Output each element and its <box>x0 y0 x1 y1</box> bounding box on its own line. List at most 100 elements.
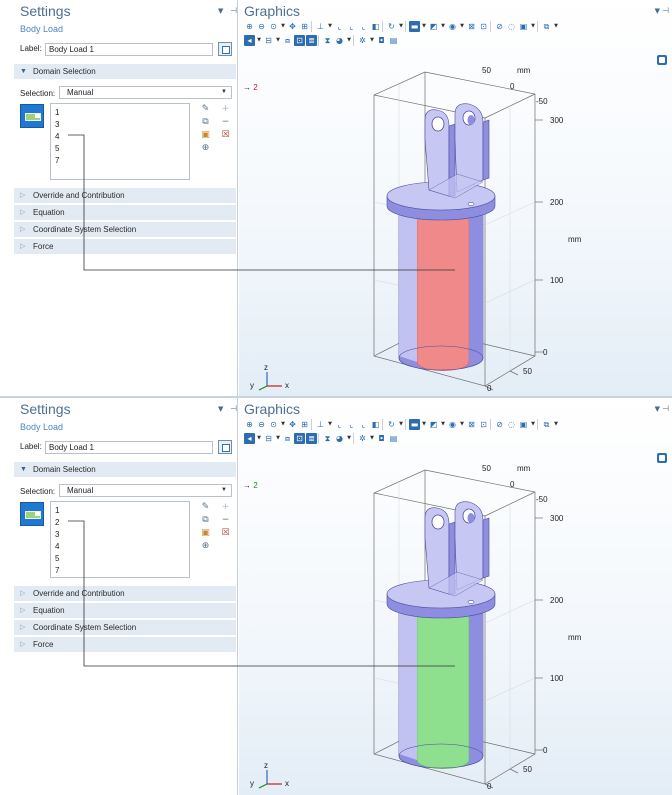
domain-list-item[interactable]: 7 <box>55 156 59 165</box>
tick-unit: mm <box>517 66 531 75</box>
model-scene[interactable]: 50 mm 0 -50 300 200 mm 100 0 50 0 z x y <box>239 398 672 795</box>
label-caption: Label: <box>20 442 42 451</box>
chevron-down-icon: ▼ <box>221 487 227 493</box>
copy-selection-icon[interactable]: ⧉ <box>200 117 211 128</box>
pin-icon[interactable]: ▼ <box>218 7 223 15</box>
selection-value: Manual <box>67 88 94 97</box>
tick-label: 50 <box>482 464 491 473</box>
tick-unit: mm <box>568 633 582 642</box>
chevron-down-icon: ▼ <box>20 466 27 473</box>
section-override-contribution[interactable]: ▷ Override and Contribution <box>14 188 236 203</box>
domain-list-item[interactable]: 7 <box>55 566 59 575</box>
section-equation[interactable]: ▷ Equation <box>14 205 236 220</box>
triad-y-label: y <box>250 779 254 788</box>
settings-title: Settings <box>20 3 71 19</box>
section-label: Override and Contribution <box>33 191 125 200</box>
clear-selection-icon[interactable]: ☒ <box>220 130 231 141</box>
graphics-window[interactable]: Graphics ▼ ⊣ ⊕ ⊖ ⊙ ▼ ✥ ⊞ ⊥ ▼ ⌞ ⌞ ⌞ ◧ ↻ ▼… <box>239 398 672 795</box>
domain-list[interactable]: 1 2 3 4 5 7 <box>50 501 190 578</box>
tick-label: 200 <box>550 596 564 605</box>
tick-label: -50 <box>536 495 548 504</box>
remove-from-selection-icon[interactable]: − <box>220 515 231 526</box>
clipboard-icon[interactable]: ▣ <box>200 528 211 539</box>
section-coordinate-system[interactable]: ▷ Coordinate System Selection <box>14 620 236 635</box>
tick-label: 50 <box>523 367 532 376</box>
screenshot-frame-bottom: Settings ▼ ⊣ Body Load Label: Body Load … <box>0 398 672 795</box>
section-label: Force <box>33 242 54 251</box>
pin-icon[interactable]: ▼ <box>218 405 223 413</box>
domain-list-item[interactable]: 3 <box>55 530 59 539</box>
add-to-selection-icon[interactable]: + <box>220 104 231 115</box>
section-domain-selection[interactable]: ▼ Domain Selection <box>14 462 236 477</box>
active-selection-toggle-icon[interactable] <box>20 104 44 128</box>
settings-subtitle: Body Load <box>20 24 64 34</box>
cylinder-body[interactable] <box>398 609 484 769</box>
zoom-to-selection-icon[interactable]: ⊕ <box>200 143 211 154</box>
tick-label: 100 <box>550 276 564 285</box>
section-override-contribution[interactable]: ▷ Override and Contribution <box>14 586 236 601</box>
cylinder-body[interactable] <box>398 211 484 371</box>
tick-label: 0 <box>543 746 548 755</box>
domain-list-item[interactable]: 4 <box>55 542 59 551</box>
paste-selection-icon[interactable]: ✎ <box>200 104 211 115</box>
domain-list-item[interactable]: 1 <box>55 108 59 117</box>
section-label: Coordinate System Selection <box>33 225 137 234</box>
chevron-right-icon: ▷ <box>20 624 26 631</box>
settings-panel: Settings ▼ ⊣ Body Load Label: Body Load … <box>0 398 238 795</box>
model-scene[interactable]: 50 mm 0 -50 300 200 mm 100 0 50 0 z x y <box>239 0 672 397</box>
copy-selection-icon[interactable]: ⧉ <box>200 515 211 526</box>
clear-selection-icon[interactable]: ☒ <box>220 528 231 539</box>
triad-z-label: z <box>264 761 268 770</box>
label-input[interactable]: Body Load 1 <box>45 43 213 56</box>
selection-caption: Selection: <box>20 487 56 496</box>
chevron-right-icon: ▷ <box>20 590 26 597</box>
tick-unit: mm <box>517 464 531 473</box>
settings-panel: Settings ▼ ⊣ Body Load Label: Body Load … <box>0 0 238 397</box>
remove-from-selection-icon[interactable]: − <box>220 117 231 128</box>
domain-list[interactable]: 1 3 4 5 7 <box>50 103 190 180</box>
reset-label-icon[interactable] <box>218 42 232 56</box>
domain-list-item[interactable]: 4 <box>55 132 59 141</box>
section-label: Equation <box>33 606 65 615</box>
label-input[interactable]: Body Load 1 <box>45 441 213 454</box>
section-label: Domain Selection <box>33 465 96 474</box>
domain-list-item[interactable]: 3 <box>55 120 59 129</box>
section-force[interactable]: ▷ Force <box>14 637 236 652</box>
clevis[interactable] <box>424 103 490 199</box>
active-selection-toggle-icon[interactable] <box>20 502 44 526</box>
selection-dropdown[interactable]: Manual ▼ <box>59 484 232 497</box>
add-to-selection-icon[interactable]: + <box>220 502 231 513</box>
tick-label: -50 <box>536 97 548 106</box>
selection-caption: Selection: <box>20 89 56 98</box>
chevron-right-icon: ▷ <box>20 209 26 216</box>
tick-label: 200 <box>550 198 564 207</box>
section-domain-selection[interactable]: ▼ Domain Selection <box>14 64 236 79</box>
section-equation[interactable]: ▷ Equation <box>14 603 236 618</box>
domain-list-item[interactable]: 1 <box>55 506 59 515</box>
section-coordinate-system[interactable]: ▷ Coordinate System Selection <box>14 222 236 237</box>
pin-panel-icon[interactable]: ⊣ <box>230 404 237 413</box>
tick-label: 0 <box>543 348 548 357</box>
domain-list-item[interactable]: 2 <box>55 518 59 527</box>
clevis[interactable] <box>424 501 490 597</box>
selection-dropdown[interactable]: Manual ▼ <box>59 86 232 99</box>
chevron-down-icon: ▼ <box>20 68 27 75</box>
graphics-window[interactable]: Graphics ▼ ⊣ ⊕ ⊖ ⊙ ▼ ✥ ⊞ ⊥ ▼ ⌞ ⌞ ⌞ ◧ ↻ ▼… <box>239 0 672 397</box>
triad-y-label: y <box>250 381 254 390</box>
chevron-right-icon: ▷ <box>20 226 26 233</box>
tick-label: 300 <box>550 116 564 125</box>
triad-x-label: x <box>285 779 289 788</box>
reset-label-icon[interactable] <box>218 440 232 454</box>
selection-value: Manual <box>67 486 94 495</box>
chevron-right-icon: ▷ <box>20 607 26 614</box>
paste-selection-icon[interactable]: ✎ <box>200 502 211 513</box>
zoom-to-selection-icon[interactable]: ⊕ <box>200 541 211 552</box>
domain-list-item[interactable]: 5 <box>55 554 59 563</box>
section-force[interactable]: ▷ Force <box>14 239 236 254</box>
coordinate-triad: z x y <box>250 761 289 789</box>
domain-list-item[interactable]: 5 <box>55 144 59 153</box>
clipboard-icon[interactable]: ▣ <box>200 130 211 141</box>
section-label: Domain Selection <box>33 67 96 76</box>
pin-panel-icon[interactable]: ⊣ <box>230 6 237 15</box>
chevron-right-icon: ▷ <box>20 192 26 199</box>
